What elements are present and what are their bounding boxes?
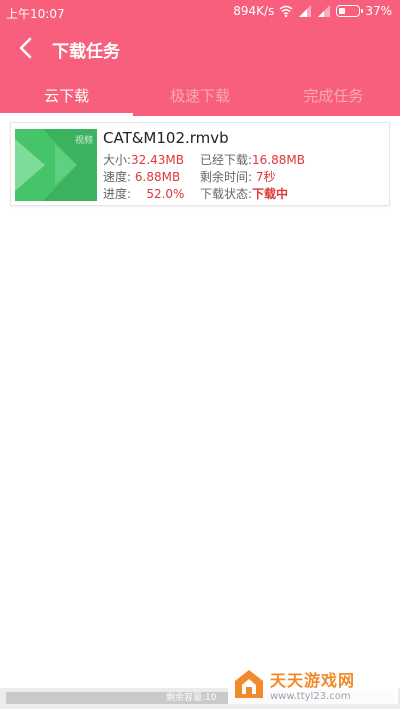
status-time: 上午10:07 — [6, 7, 65, 21]
download-state: 下载中 — [252, 187, 289, 201]
tab-label: 云下载 — [44, 87, 90, 105]
chevron-left-icon — [19, 37, 32, 59]
house-logo-icon — [235, 670, 263, 698]
size-row: 大小:32.43MB 已经下载:16.88MB — [103, 153, 305, 167]
tab-bar: 云下载 极速下载 完成任务 — [0, 72, 400, 116]
speed-value: 6.88MB — [134, 170, 181, 184]
download-task-item[interactable]: 视频 CAT&M102.rmvb 大小:32.43MB 已经下载:16.88MB… — [10, 122, 390, 206]
back-button[interactable] — [10, 32, 42, 64]
tab-cloud-download[interactable]: 云下载 — [0, 72, 134, 116]
watermark-name: 天天游戏网 — [270, 670, 356, 690]
battery-icon — [336, 5, 364, 17]
downloaded-value: 16.88MB — [252, 153, 305, 167]
app-bar: 下载任务 — [0, 24, 400, 72]
task-list: 视频 CAT&M102.rmvb 大小:32.43MB 已经下载:16.88MB… — [0, 116, 400, 688]
wifi-icon — [279, 5, 293, 18]
battery-percent: 37% — [365, 4, 392, 18]
tab-label: 极速下载 — [169, 87, 230, 105]
file-name: CAT&M102.rmvb — [103, 129, 229, 147]
watermark-text: 天天游戏网 www.ttyl23.com — [270, 667, 355, 702]
tab-label: 完成任务 — [303, 87, 364, 105]
thumb-tag: 视频 — [74, 136, 93, 146]
tab-fast-download[interactable]: 极速下载 — [133, 72, 266, 116]
network-speed: 894K/s — [233, 4, 275, 18]
status-bar: 上午10:07 894K/s 37% — [0, 0, 400, 24]
status-right: 894K/s 37% — [233, 4, 392, 18]
signal-icon-2 — [318, 5, 331, 17]
size-value: 32.43MB — [131, 153, 184, 167]
progress-value: 52.0% — [146, 187, 185, 201]
progress-row: 进度: 52.0% 下载状态:下载中 — [103, 187, 289, 201]
watermark: 天天游戏网 www.ttyl23.com — [228, 664, 398, 704]
watermark-url: www.ttyl23.com — [270, 690, 351, 702]
video-thumbnail: 视频 — [15, 129, 97, 201]
tab-completed[interactable]: 完成任务 — [267, 72, 400, 116]
signal-icon — [299, 5, 312, 17]
page-title: 下载任务 — [52, 42, 120, 62]
remaining-value: 7秒 — [255, 170, 276, 184]
storage-text: 剩余容量:10 — [166, 693, 217, 703]
speed-row: 速度: 6.88MB 剩余时间: 7秒 — [103, 170, 276, 184]
